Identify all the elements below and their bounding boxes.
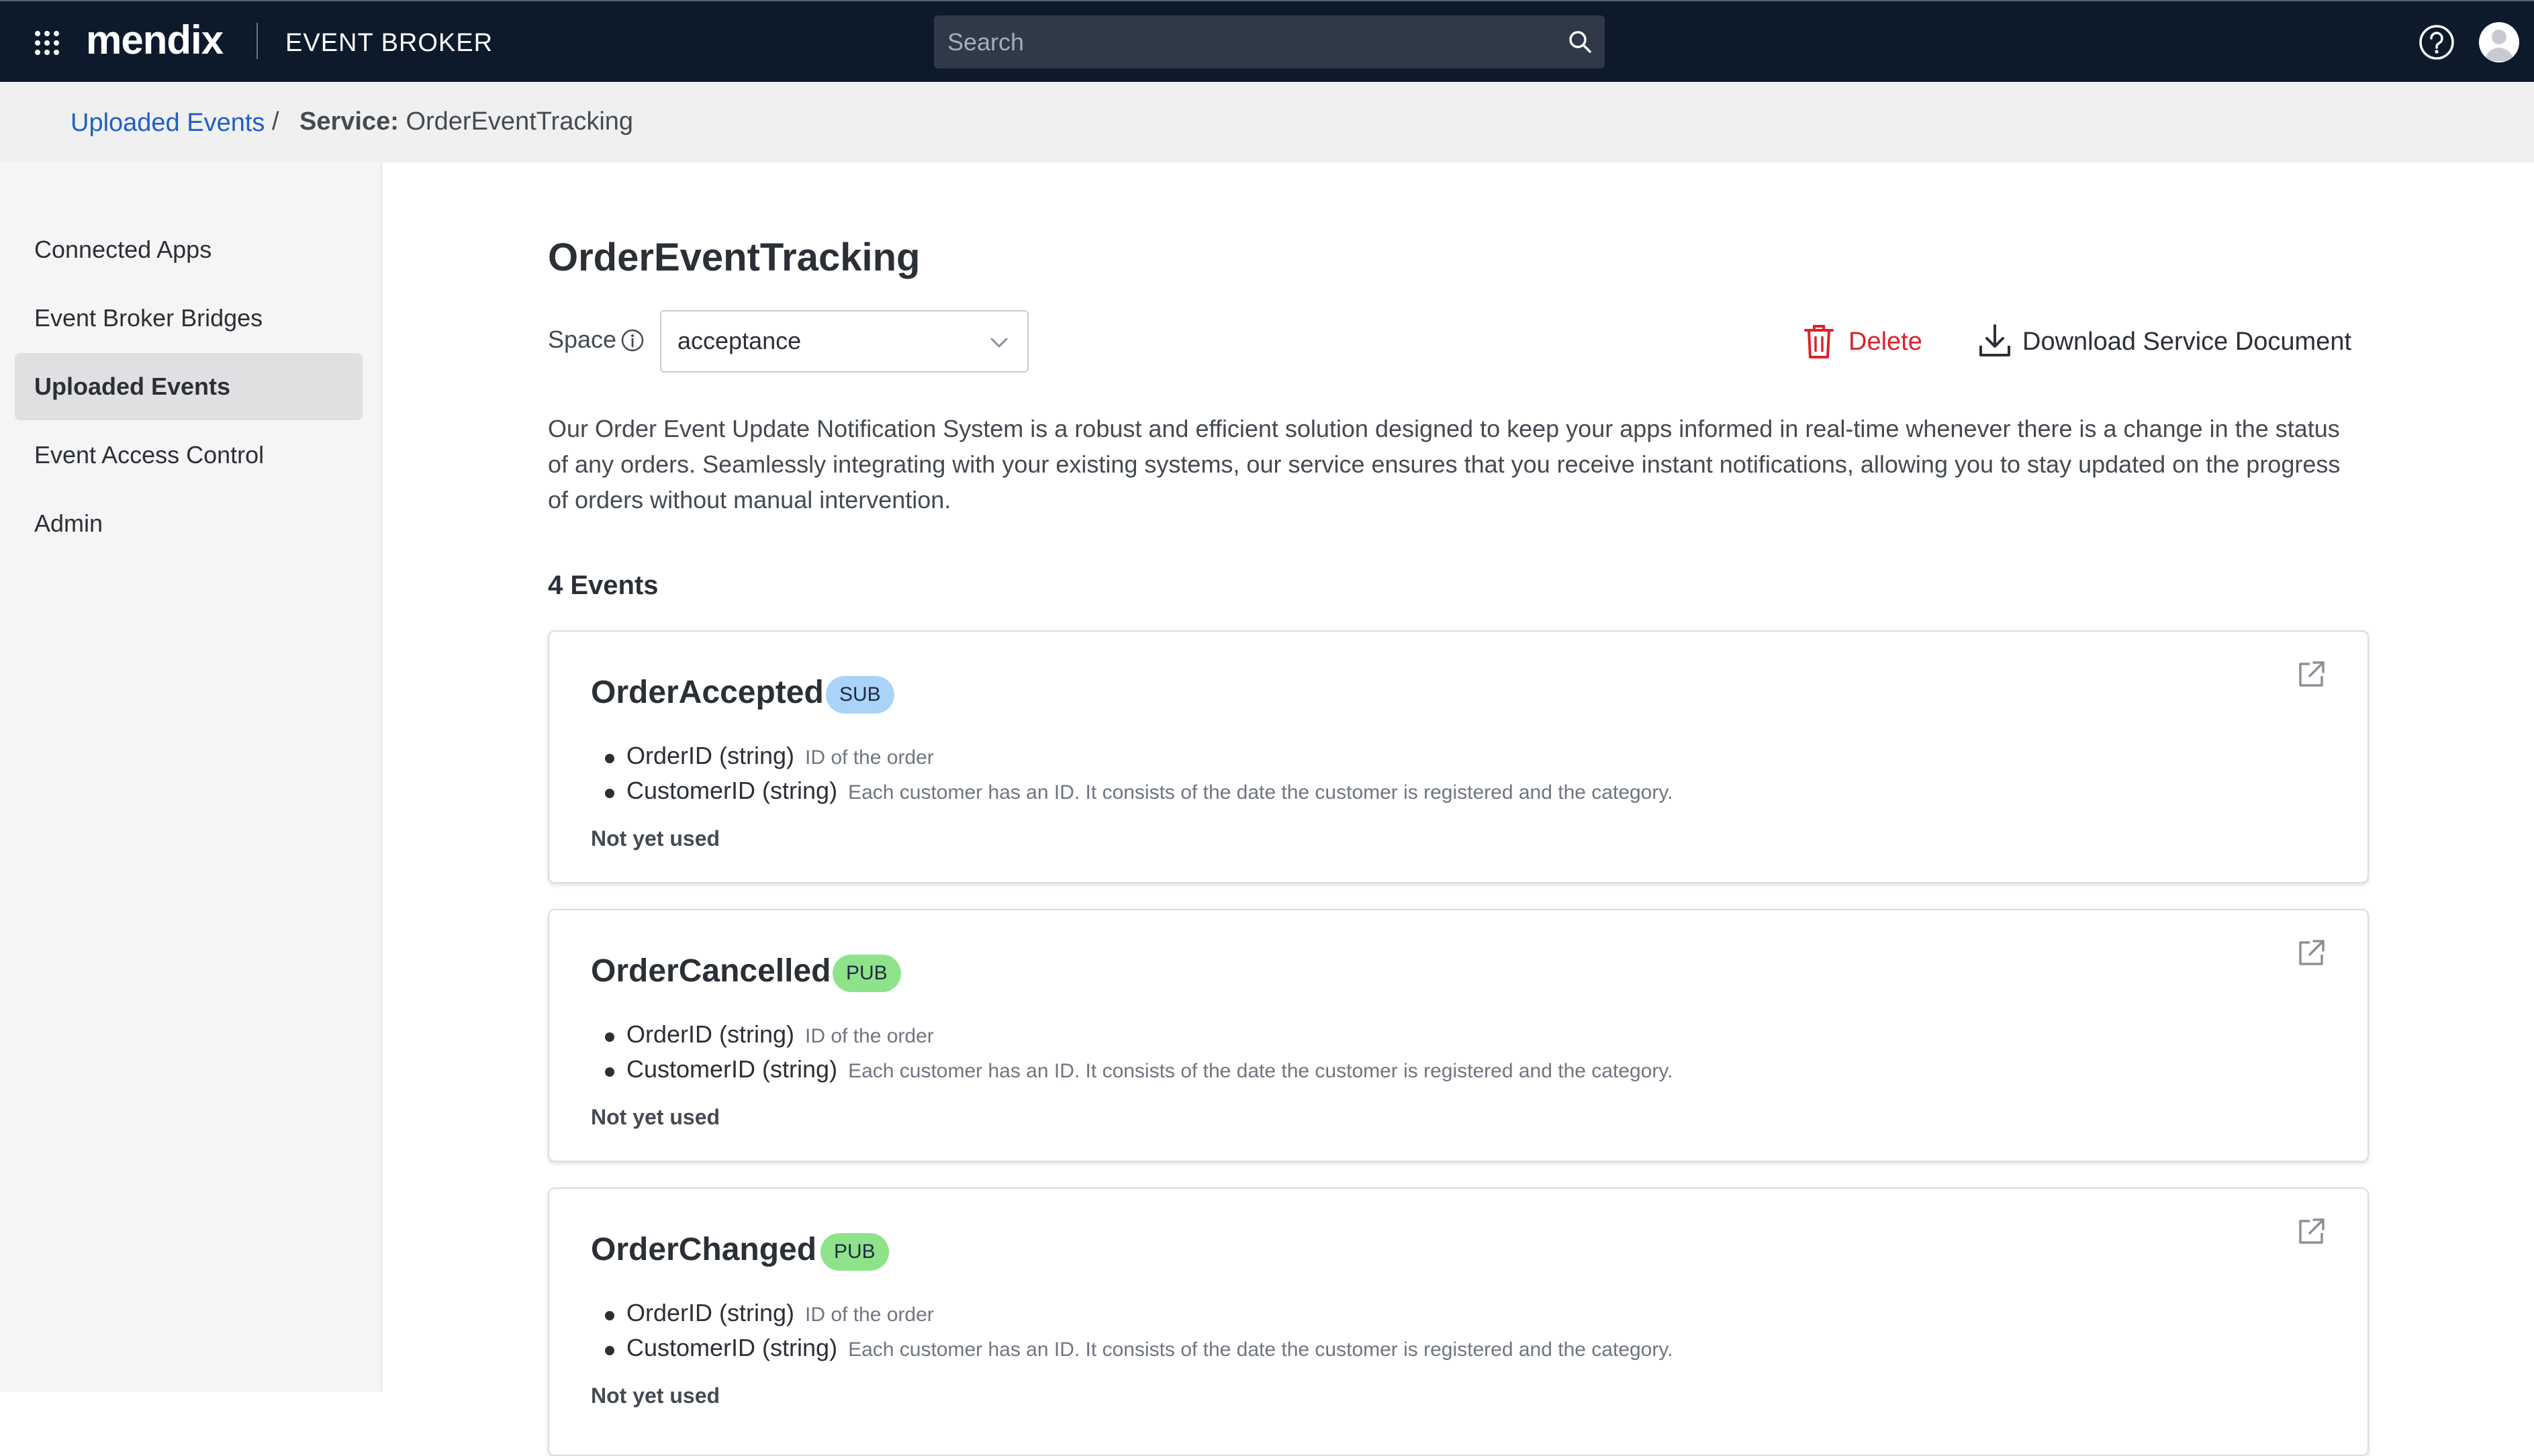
field-description: ID of the order bbox=[805, 1025, 934, 1047]
event-card-order-cancelled: OrderCancelled PUB OrderID (string) ID of… bbox=[548, 909, 2369, 1162]
search-input[interactable] bbox=[934, 15, 1605, 68]
list-item: OrderID (string) ID of the order bbox=[591, 742, 934, 770]
event-type-badge: PUB bbox=[820, 1233, 889, 1271]
breadcrumb-current-value: OrderEventTracking bbox=[406, 107, 634, 136]
field-name: OrderID (string) bbox=[626, 1020, 795, 1048]
download-icon bbox=[1979, 324, 2010, 356]
event-name[interactable]: OrderCancelled bbox=[591, 951, 831, 991]
field-description: Each customer has an ID. It consists of … bbox=[848, 1060, 1673, 1082]
bullet bbox=[605, 1032, 614, 1042]
breadcrumb-separator: / bbox=[272, 107, 279, 136]
external-link-icon[interactable] bbox=[2295, 1216, 2327, 1248]
sidebar: Connected Apps Event Broker Bridges Uplo… bbox=[0, 162, 382, 1392]
breadcrumb: Uploaded Events / Service: OrderEventTra… bbox=[0, 82, 2534, 162]
breadcrumb-link-uploaded-events[interactable]: Uploaded Events bbox=[71, 107, 265, 138]
event-name[interactable]: OrderAccepted bbox=[591, 673, 824, 713]
field-name: OrderID (string) bbox=[626, 1299, 795, 1326]
sidebar-item-uploaded-events[interactable]: Uploaded Events bbox=[15, 353, 363, 420]
field-name: CustomerID (string) bbox=[626, 777, 838, 804]
usage-status: Not yet used bbox=[591, 1384, 720, 1408]
field-description: Each customer has an ID. It consists of … bbox=[848, 1339, 1673, 1361]
bullet bbox=[605, 1067, 614, 1077]
space-select-value: acceptance bbox=[677, 327, 802, 354]
event-card-order-accepted: OrderAccepted SUB OrderID (string) ID of … bbox=[548, 630, 2369, 883]
mendix-logo[interactable]: mendix bbox=[86, 13, 224, 67]
event-type-badge: SUB bbox=[826, 676, 894, 714]
chevron-down-icon bbox=[990, 338, 1008, 348]
download-label: Download Service Document bbox=[2022, 328, 2352, 356]
field-description: Each customer has an ID. It consists of … bbox=[848, 781, 1673, 804]
sidebar-item-event-broker-bridges[interactable]: Event Broker Bridges bbox=[15, 285, 363, 352]
external-link-icon[interactable] bbox=[2295, 659, 2327, 691]
avatar[interactable] bbox=[2479, 22, 2519, 62]
usage-status: Not yet used bbox=[591, 826, 720, 851]
delete-button[interactable]: Delete bbox=[1803, 321, 1924, 361]
page-title: OrderEventTracking bbox=[548, 236, 921, 279]
event-card-order-changed: OrderChanged PUB OrderID (string) ID of t… bbox=[548, 1187, 2369, 1456]
field-name: CustomerID (string) bbox=[626, 1334, 838, 1361]
search-icon[interactable] bbox=[1566, 28, 1593, 55]
list-item: CustomerID (string) Each customer has an … bbox=[591, 1055, 1673, 1083]
bullet bbox=[605, 788, 614, 798]
service-description: Our Order Event Update Notification Syst… bbox=[548, 415, 2341, 514]
breadcrumb-current-label: Service: bbox=[299, 107, 399, 136]
sidebar-item-connected-apps[interactable]: Connected Apps bbox=[15, 216, 363, 283]
space-select[interactable]: acceptance bbox=[660, 310, 1029, 373]
usage-status: Not yet used bbox=[591, 1105, 720, 1129]
event-name[interactable]: OrderChanged bbox=[591, 1230, 816, 1270]
app-grid-icon[interactable] bbox=[34, 30, 60, 56]
breadcrumb-current: Service: OrderEventTracking bbox=[299, 106, 633, 137]
bullet bbox=[605, 1345, 614, 1355]
sidebar-item-admin[interactable]: Admin bbox=[15, 490, 363, 557]
help-icon[interactable] bbox=[2418, 23, 2455, 61]
field-description: ID of the order bbox=[805, 746, 934, 769]
info-icon[interactable] bbox=[620, 328, 645, 352]
list-item: OrderID (string) ID of the order bbox=[591, 1020, 934, 1049]
list-item: OrderID (string) ID of the order bbox=[591, 1299, 934, 1327]
field-name: CustomerID (string) bbox=[626, 1055, 838, 1083]
space-label: Space bbox=[548, 326, 617, 353]
list-item: CustomerID (string) Each customer has an … bbox=[591, 777, 1673, 805]
sidebar-item-event-access-control[interactable]: Event Access Control bbox=[15, 422, 363, 489]
top-bar: mendix EVENT BROKER bbox=[0, 0, 2534, 82]
bullet bbox=[605, 1310, 614, 1320]
product-name: EVENT BROKER bbox=[285, 29, 494, 57]
delete-label: Delete bbox=[1848, 328, 1922, 356]
event-type-badge: PUB bbox=[833, 955, 901, 992]
field-name: OrderID (string) bbox=[626, 742, 795, 769]
trash-icon bbox=[1804, 325, 1834, 358]
field-description: ID of the order bbox=[805, 1304, 934, 1326]
events-count: 4 Events bbox=[548, 571, 659, 600]
bullet bbox=[605, 753, 614, 763]
download-service-document-button[interactable]: Download Service Document bbox=[1978, 321, 2354, 361]
list-item: CustomerID (string) Each customer has an … bbox=[591, 1334, 1673, 1362]
external-link-icon[interactable] bbox=[2295, 937, 2327, 969]
logo-divider bbox=[256, 23, 258, 59]
